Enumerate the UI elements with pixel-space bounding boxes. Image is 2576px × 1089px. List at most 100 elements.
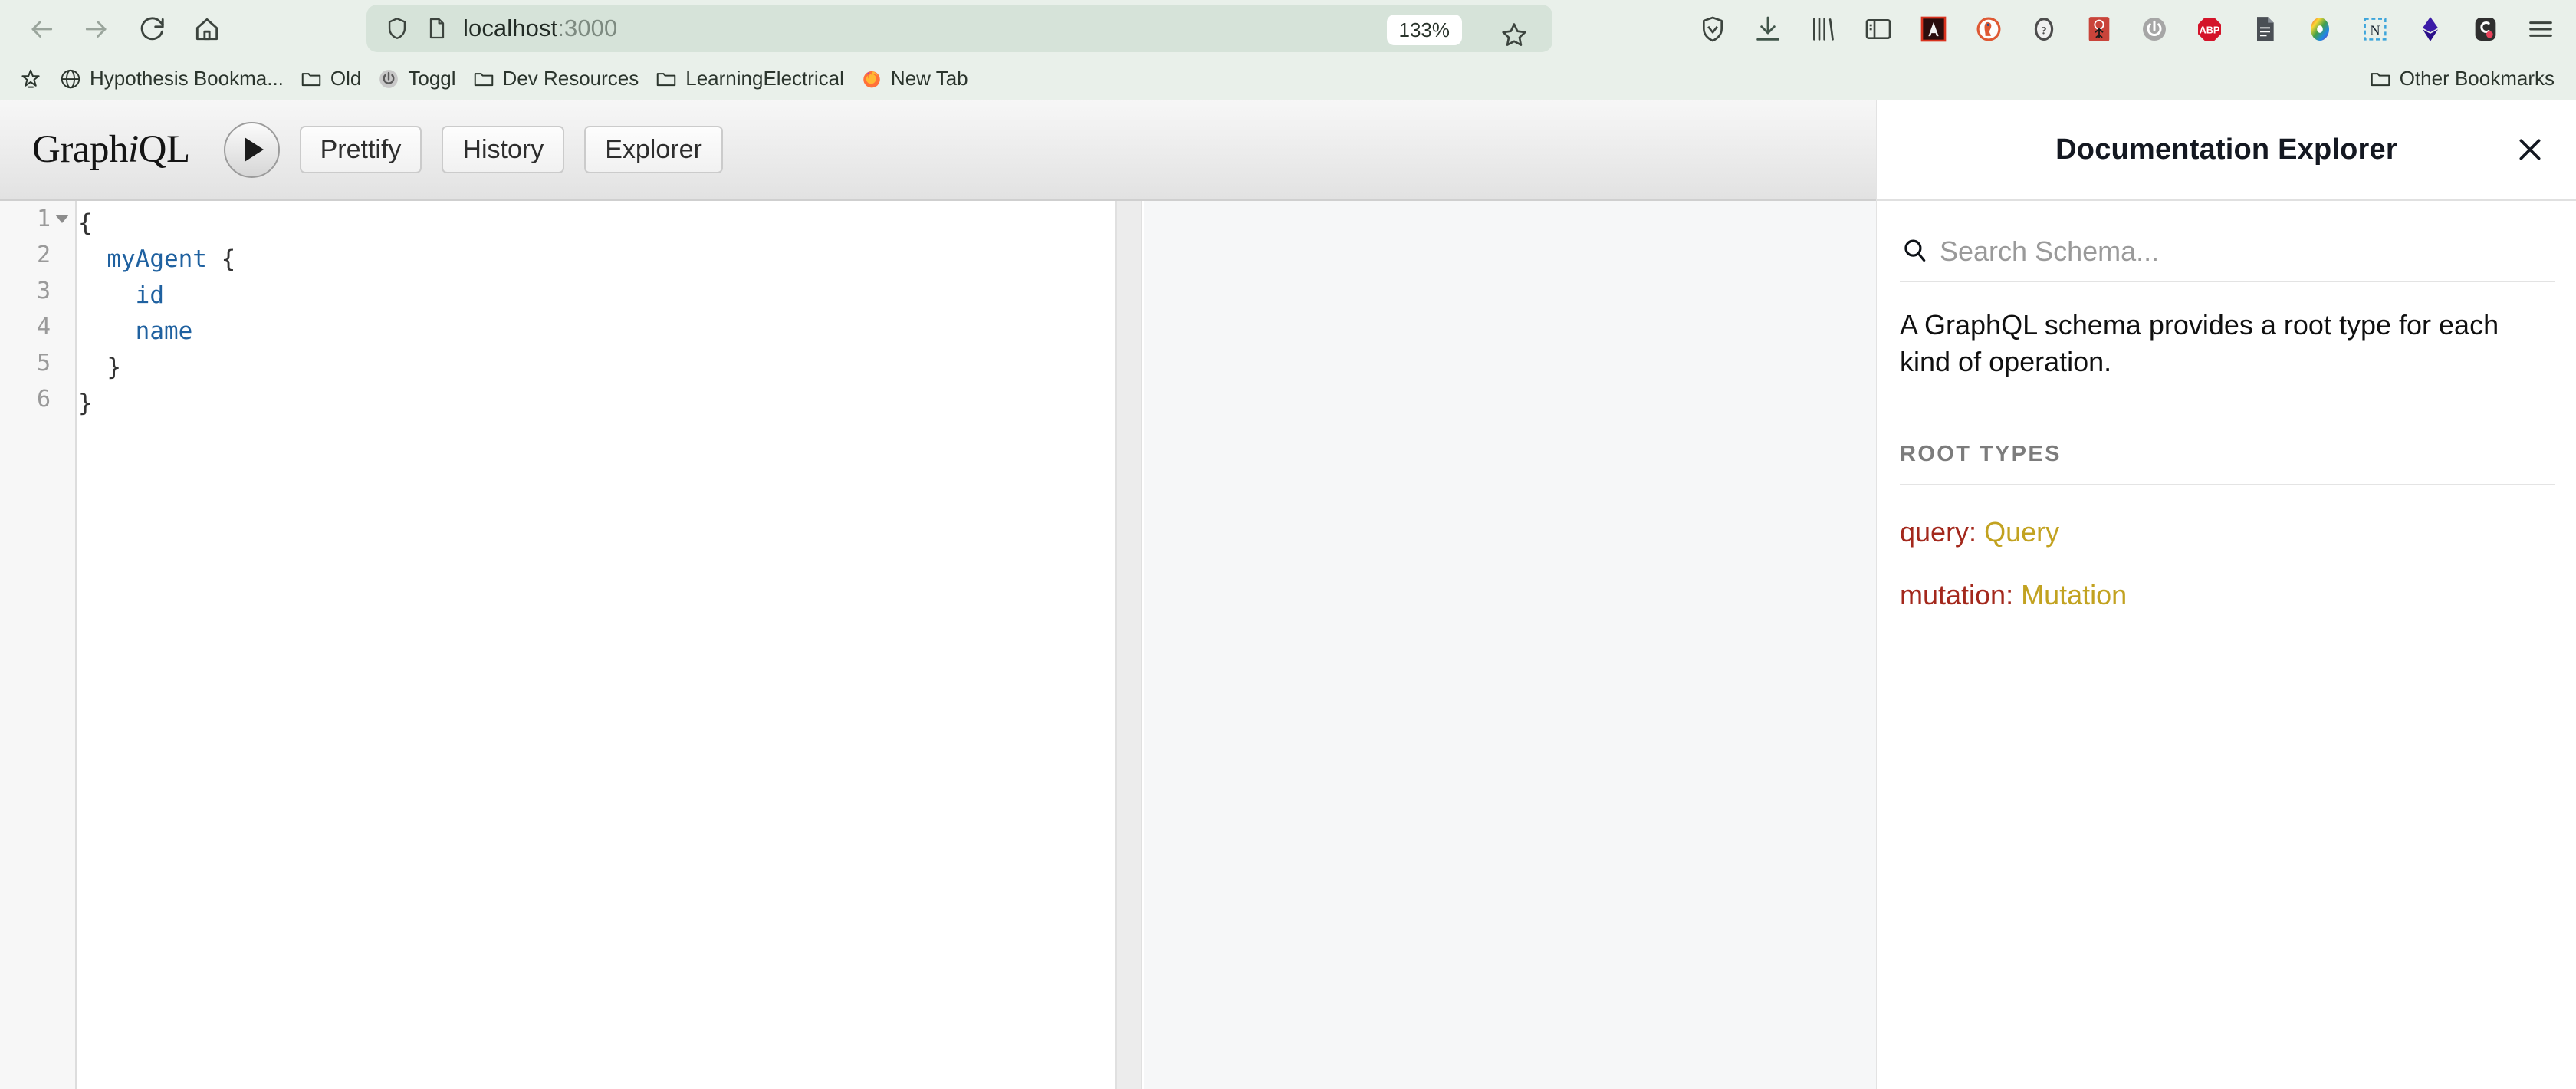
root-type-value[interactable]: Mutation (2021, 579, 2127, 610)
code-token: id (135, 281, 164, 309)
code-token: { (78, 209, 93, 237)
navigation-buttons (0, 2, 235, 57)
bookmark-other-bookmarks[interactable]: Other Bookmarks (2361, 63, 2562, 95)
gutter-line[interactable]: 3 (0, 273, 75, 309)
logo-suffix: QL (138, 128, 190, 171)
adblock-plus-icon[interactable]: ABP (2182, 2, 2237, 57)
library-icon[interactable] (1796, 2, 1851, 57)
gutter-line[interactable]: 4 (0, 309, 75, 345)
shield-icon[interactable] (377, 8, 417, 48)
duckduckgo-icon[interactable] (1961, 2, 2016, 57)
execute-query-button[interactable] (223, 121, 280, 178)
result-pane[interactable] (1144, 201, 1876, 1089)
bookmark-label: Hypothesis Bookma... (90, 67, 284, 90)
page-icon[interactable] (417, 8, 457, 48)
bookmark-new-tab[interactable]: New Tab (852, 63, 976, 95)
line-number: 6 (36, 386, 51, 413)
logo-italic: i (127, 128, 139, 171)
bookmark-learningelectrical[interactable]: LearningElectrical (646, 63, 852, 95)
browser-toolbar: localhost:3000 133% ? ABP N (0, 0, 2576, 58)
fold-caret-icon[interactable] (55, 215, 69, 223)
code-line[interactable]: { (78, 206, 235, 242)
url-text[interactable]: localhost:3000 (463, 15, 617, 42)
prettify-button[interactable]: Prettify (299, 126, 422, 173)
bookmarks-bar: Hypothesis Bookma... Old Toggl Dev Resou… (0, 58, 2576, 100)
graphiql-toolbar: GraphiQL Prettify History Explorer (0, 100, 1876, 201)
search-icon (1900, 235, 1929, 268)
url-port: :3000 (557, 15, 618, 41)
bitwarden-icon[interactable] (1685, 2, 1740, 57)
docs-description: A GraphQL schema provides a root type fo… (1900, 309, 2499, 378)
line-number: 5 (36, 350, 51, 377)
zoom-level-badge[interactable]: 133% (1386, 15, 1462, 45)
extensions-toolbar: ? ABP N (1685, 0, 2568, 58)
document-icon[interactable] (2237, 2, 2292, 57)
forward-button[interactable] (69, 2, 124, 57)
graphiql-logo: GraphiQL (0, 127, 190, 172)
history-button[interactable]: History (442, 126, 565, 173)
editor-result-divider[interactable] (1116, 201, 1142, 1089)
ublock-origin-icon[interactable] (2072, 2, 2127, 57)
bookmark-label: New Tab (890, 67, 968, 90)
code-line[interactable]: myAgent { (78, 242, 235, 278)
metamask-icon[interactable] (2403, 2, 2458, 57)
explorer-button[interactable]: Explorer (584, 126, 723, 173)
code-line[interactable]: } (78, 386, 235, 422)
root-type-query[interactable]: query: Query (1900, 516, 2555, 548)
power-icon[interactable] (2127, 2, 2182, 57)
query-editor-pane[interactable]: 1 2 3 4 5 6 { myAgent { id name }} (0, 201, 1116, 1089)
root-type-key: mutation: (1900, 579, 2014, 611)
bookmark-hypothesis[interactable]: Hypothesis Bookma... (51, 63, 291, 95)
docs-body: A GraphQL schema provides a root type fo… (1900, 307, 2555, 611)
bookmark-toggl[interactable]: Toggl (369, 63, 463, 95)
adobe-acrobat-icon[interactable] (1906, 2, 1961, 57)
pocket-icon[interactable] (2458, 2, 2513, 57)
close-icon[interactable] (2509, 128, 2551, 171)
docs-search-row[interactable] (1900, 222, 2555, 282)
back-button[interactable] (14, 2, 69, 57)
star-icon[interactable] (1493, 13, 1536, 56)
docs-header: Documentation Explorer (1877, 100, 2576, 201)
folder-icon (654, 67, 678, 91)
bookmark-label: Old (330, 67, 362, 90)
bookmark-dev-resources[interactable]: Dev Resources (464, 63, 647, 95)
other-bookmarks-container: Other Bookmarks (2361, 58, 2562, 100)
search-input[interactable] (1940, 235, 2555, 268)
editor-gutter: 1 2 3 4 5 6 (0, 201, 77, 1089)
sidebar-icon[interactable] (1851, 2, 1906, 57)
query-code[interactable]: { myAgent { id name }} (78, 201, 235, 422)
bookmark-manage[interactable] (11, 63, 51, 95)
privacy-badger-icon[interactable]: ? (2016, 2, 2072, 57)
bookmark-old[interactable]: Old (291, 63, 369, 95)
documentation-explorer-panel: Documentation Explorer A GraphQL schema … (1876, 100, 2576, 1089)
gutter-line[interactable]: 2 (0, 237, 75, 273)
code-line[interactable]: id (78, 278, 235, 314)
code-token: myAgent (107, 245, 207, 273)
root-type-key: query: (1900, 516, 1977, 548)
app-menu-icon[interactable] (2513, 2, 2568, 57)
colorpicker-icon[interactable] (2292, 2, 2348, 57)
gutter-line[interactable]: 1 (0, 201, 75, 237)
reload-button[interactable] (124, 2, 179, 57)
folder-icon (472, 67, 496, 91)
root-type-mutation[interactable]: mutation: Mutation (1900, 579, 2555, 611)
line-number: 4 (36, 314, 51, 341)
downloads-icon[interactable] (1740, 2, 1796, 57)
docs-divider (1900, 484, 2555, 486)
code-token: name (135, 317, 193, 345)
notion-clipper-icon[interactable]: N (2348, 2, 2403, 57)
code-line[interactable]: } (78, 350, 235, 386)
root-type-value[interactable]: Query (1984, 516, 2059, 548)
bookmark-label: Toggl (408, 67, 456, 90)
docs-title: Documentation Explorer (2055, 133, 2397, 166)
gutter-line[interactable]: 6 (0, 381, 75, 417)
code-line[interactable]: name (78, 314, 235, 350)
play-icon (245, 137, 264, 162)
svg-text:N: N (2370, 22, 2380, 38)
url-bar[interactable]: localhost:3000 133% (366, 5, 1552, 52)
folder-icon (2368, 67, 2393, 91)
gutter-line[interactable]: 5 (0, 345, 75, 381)
home-button[interactable] (179, 2, 235, 57)
